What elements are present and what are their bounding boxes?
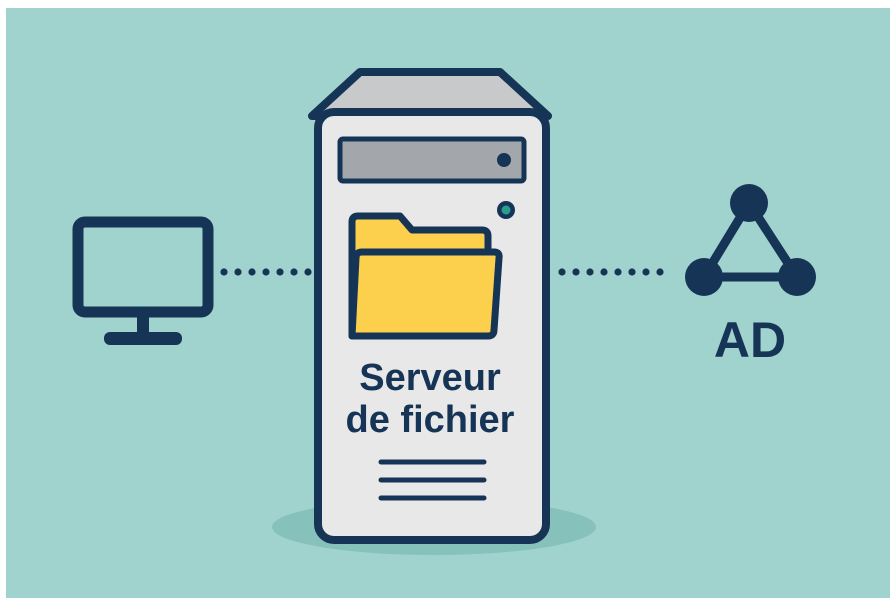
server-label-line1: Serveur xyxy=(359,357,501,399)
diagram-svg xyxy=(6,8,890,598)
diagram-canvas: Serveur de fichier AD xyxy=(0,0,896,604)
ad-label: AD xyxy=(713,312,787,368)
drive-bay-button xyxy=(497,153,511,167)
server-label-line2: de fichier xyxy=(345,399,515,441)
folder-icon xyxy=(348,212,503,340)
